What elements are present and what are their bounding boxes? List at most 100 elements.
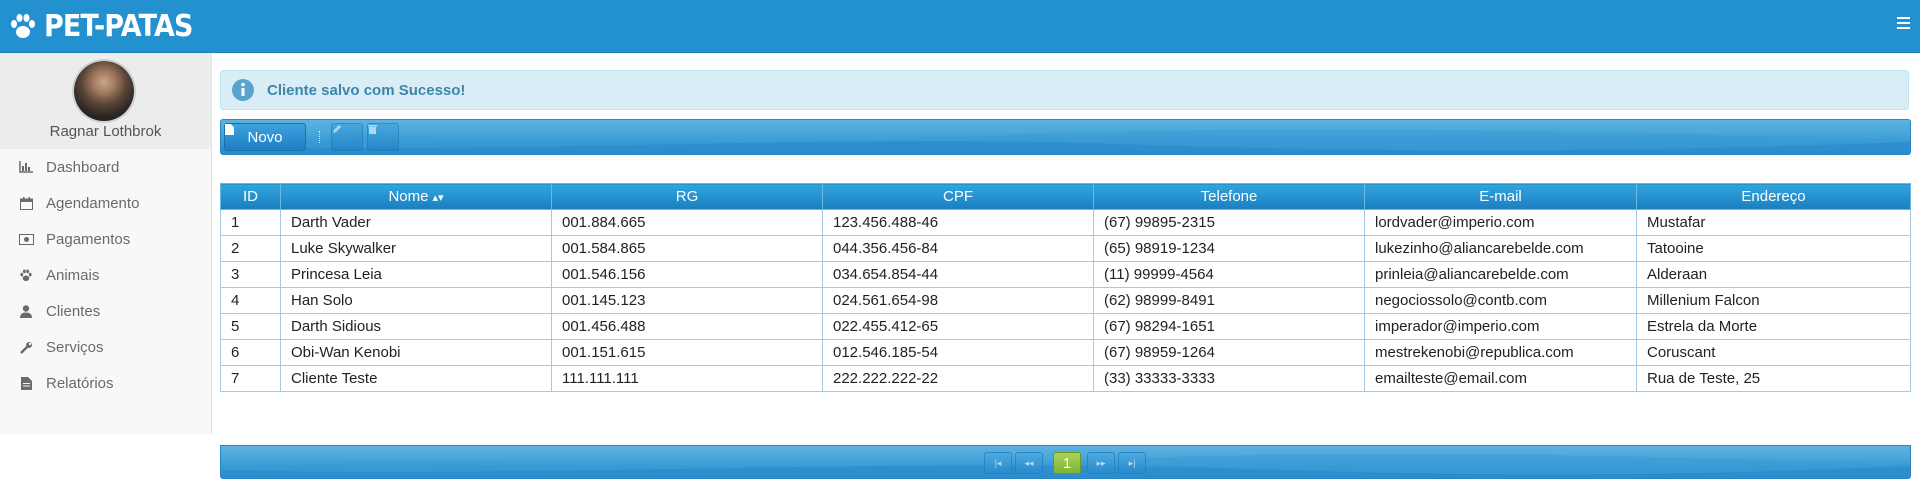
clients-table: ID Nome ▴▾ RG CPF Telefone E-mail Endereç… [220, 183, 1911, 392]
sidebar-item-label: Dashboard [46, 158, 120, 176]
cell-rg: 001.456.488 [551, 313, 823, 340]
prev-page-button[interactable]: ◂◂ [1015, 452, 1043, 474]
table-row[interactable]: 3 Princesa Leia 001.546.156 034.654.854-… [220, 261, 1911, 288]
prev-page-icon: ◂◂ [1024, 457, 1034, 468]
cell-telefone: (65) 98919-1234 [1093, 235, 1365, 262]
cell-endereco: Alderaan [1636, 261, 1911, 288]
cell-rg: 111.111.111 [551, 365, 823, 392]
new-button-label: Novo [247, 128, 283, 146]
column-header-telefone[interactable]: Telefone [1093, 183, 1365, 210]
sidebar-item-label: Pagamentos [46, 230, 131, 248]
cell-cpf: 024.561.654-98 [822, 287, 1094, 314]
sidebar-item-dashboard[interactable]: Dashboard [0, 149, 211, 185]
cell-cpf: 012.546.185-54 [822, 339, 1094, 366]
column-header-endereco[interactable]: Endereço [1636, 183, 1911, 210]
delete-button[interactable] [367, 123, 399, 151]
bar-chart-icon [18, 159, 34, 175]
cell-nome: Obi-Wan Kenobi [280, 339, 552, 366]
sidebar-item-relatorios[interactable]: Relatórios [0, 365, 211, 401]
cell-rg: 001.151.615 [551, 339, 823, 366]
cell-nome: Princesa Leia [280, 261, 552, 288]
cell-nome: Darth Vader [280, 209, 552, 236]
cell-id: 5 [220, 313, 281, 340]
column-header-id[interactable]: ID [220, 183, 281, 210]
paw-icon [18, 267, 34, 283]
cell-endereco: Mustafar [1636, 209, 1911, 236]
user-profile: Ragnar Lothbrok [0, 53, 211, 149]
table-row[interactable]: 4 Han Solo 001.145.123 024.561.654-98 (6… [220, 287, 1911, 314]
wrench-icon [18, 339, 34, 355]
page-button-current[interactable]: 1 [1053, 452, 1081, 474]
next-page-button[interactable]: ▸▸ [1087, 452, 1115, 474]
file-icon [18, 375, 34, 391]
sidebar-item-clientes[interactable]: Clientes [0, 293, 211, 329]
pencil-icon [333, 125, 341, 133]
sidebar-item-animais[interactable]: Animais [0, 257, 211, 293]
table-row[interactable]: 6 Obi-Wan Kenobi 001.151.615 012.546.185… [220, 339, 1911, 366]
column-header-rg[interactable]: RG [551, 183, 823, 210]
first-page-button[interactable]: |◂ [984, 452, 1012, 474]
cell-telefone: (67) 99895-2315 [1093, 209, 1365, 236]
paw-logo-icon [11, 14, 35, 38]
cell-cpf: 034.654.854-44 [822, 261, 1094, 288]
cell-id: 7 [220, 365, 281, 392]
sidebar-item-servicos[interactable]: Serviços [0, 329, 211, 365]
sidebar-item-pagamentos[interactable]: Pagamentos [0, 221, 211, 257]
column-header-nome[interactable]: Nome ▴▾ [280, 183, 552, 210]
next-page-icon: ▸▸ [1096, 457, 1106, 468]
cell-cpf: 044.356.456-84 [822, 235, 1094, 262]
cell-cpf: 222.222.222-22 [822, 365, 1094, 392]
cell-cpf: 123.456.488-46 [822, 209, 1094, 236]
sidebar-item-label: Serviços [46, 338, 104, 356]
success-alert: Cliente salvo com Sucesso! [220, 70, 1909, 110]
cell-email: mestrekenobi@republica.com [1364, 339, 1637, 366]
cell-nome: Darth Sidious [280, 313, 552, 340]
top-bar: PET-PATAS [0, 0, 1920, 53]
column-header-cpf[interactable]: CPF [822, 183, 1094, 210]
cell-endereco: Tatooine [1636, 235, 1911, 262]
cell-rg: 001.546.156 [551, 261, 823, 288]
sort-icon[interactable]: ▴▾ [432, 192, 443, 204]
user-name: Ragnar Lothbrok [49, 123, 162, 140]
cell-rg: 001.884.665 [551, 209, 823, 236]
table-row[interactable]: 5 Darth Sidious 001.456.488 022.455.412-… [220, 313, 1911, 340]
avatar[interactable] [74, 61, 134, 121]
cell-id: 4 [220, 287, 281, 314]
sidebar-item-label: Agendamento [46, 194, 140, 212]
first-page-icon: |◂ [994, 457, 1002, 468]
cell-telefone: (11) 99999-4564 [1093, 261, 1365, 288]
cell-email: imperador@imperio.com [1364, 313, 1637, 340]
column-header-email[interactable]: E-mail [1364, 183, 1637, 210]
sidebar-item-label: Relatórios [46, 374, 114, 392]
logo[interactable]: PET-PATAS [8, 10, 209, 44]
sidebar-menu: Dashboard Agendamento Pagamentos Animais… [0, 149, 211, 401]
sidebar-item-agendamento[interactable]: Agendamento [0, 185, 211, 221]
alert-message: Cliente salvo com Sucesso! [267, 82, 466, 99]
table-row[interactable]: 7 Cliente Teste 111.111.111 222.222.222-… [220, 365, 1911, 392]
cell-nome: Han Solo [280, 287, 552, 314]
cell-email: prinleia@aliancarebelde.com [1364, 261, 1637, 288]
cell-telefone: (67) 98959-1264 [1093, 339, 1365, 366]
calendar-icon [18, 195, 34, 211]
cell-rg: 001.145.123 [551, 287, 823, 314]
column-header-label: Nome [388, 188, 429, 205]
last-page-icon: ▸| [1128, 457, 1136, 468]
toolbar-separator [319, 131, 322, 143]
user-icon [18, 303, 34, 319]
cell-id: 1 [220, 209, 281, 236]
last-page-button[interactable]: ▸| [1118, 452, 1146, 474]
app-title: PET-PATAS [44, 9, 193, 44]
trash-icon [368, 125, 377, 134]
menu-toggle-icon[interactable] [1897, 17, 1910, 29]
toolbar: Novo [220, 119, 1911, 155]
cell-endereco: Estrela da Morte [1636, 313, 1911, 340]
sidebar-item-label: Clientes [46, 302, 101, 320]
table-header-row: ID Nome ▴▾ RG CPF Telefone E-mail Endereç… [220, 183, 1911, 210]
edit-button[interactable] [331, 123, 363, 151]
table-row[interactable]: 2 Luke Skywalker 001.584.865 044.356.456… [220, 235, 1911, 262]
cell-nome: Luke Skywalker [280, 235, 552, 262]
table-row[interactable]: 1 Darth Vader 001.884.665 123.456.488-46… [220, 209, 1911, 236]
cell-id: 2 [220, 235, 281, 262]
cell-cpf: 022.455.412-65 [822, 313, 1094, 340]
new-button[interactable]: Novo [224, 123, 306, 151]
